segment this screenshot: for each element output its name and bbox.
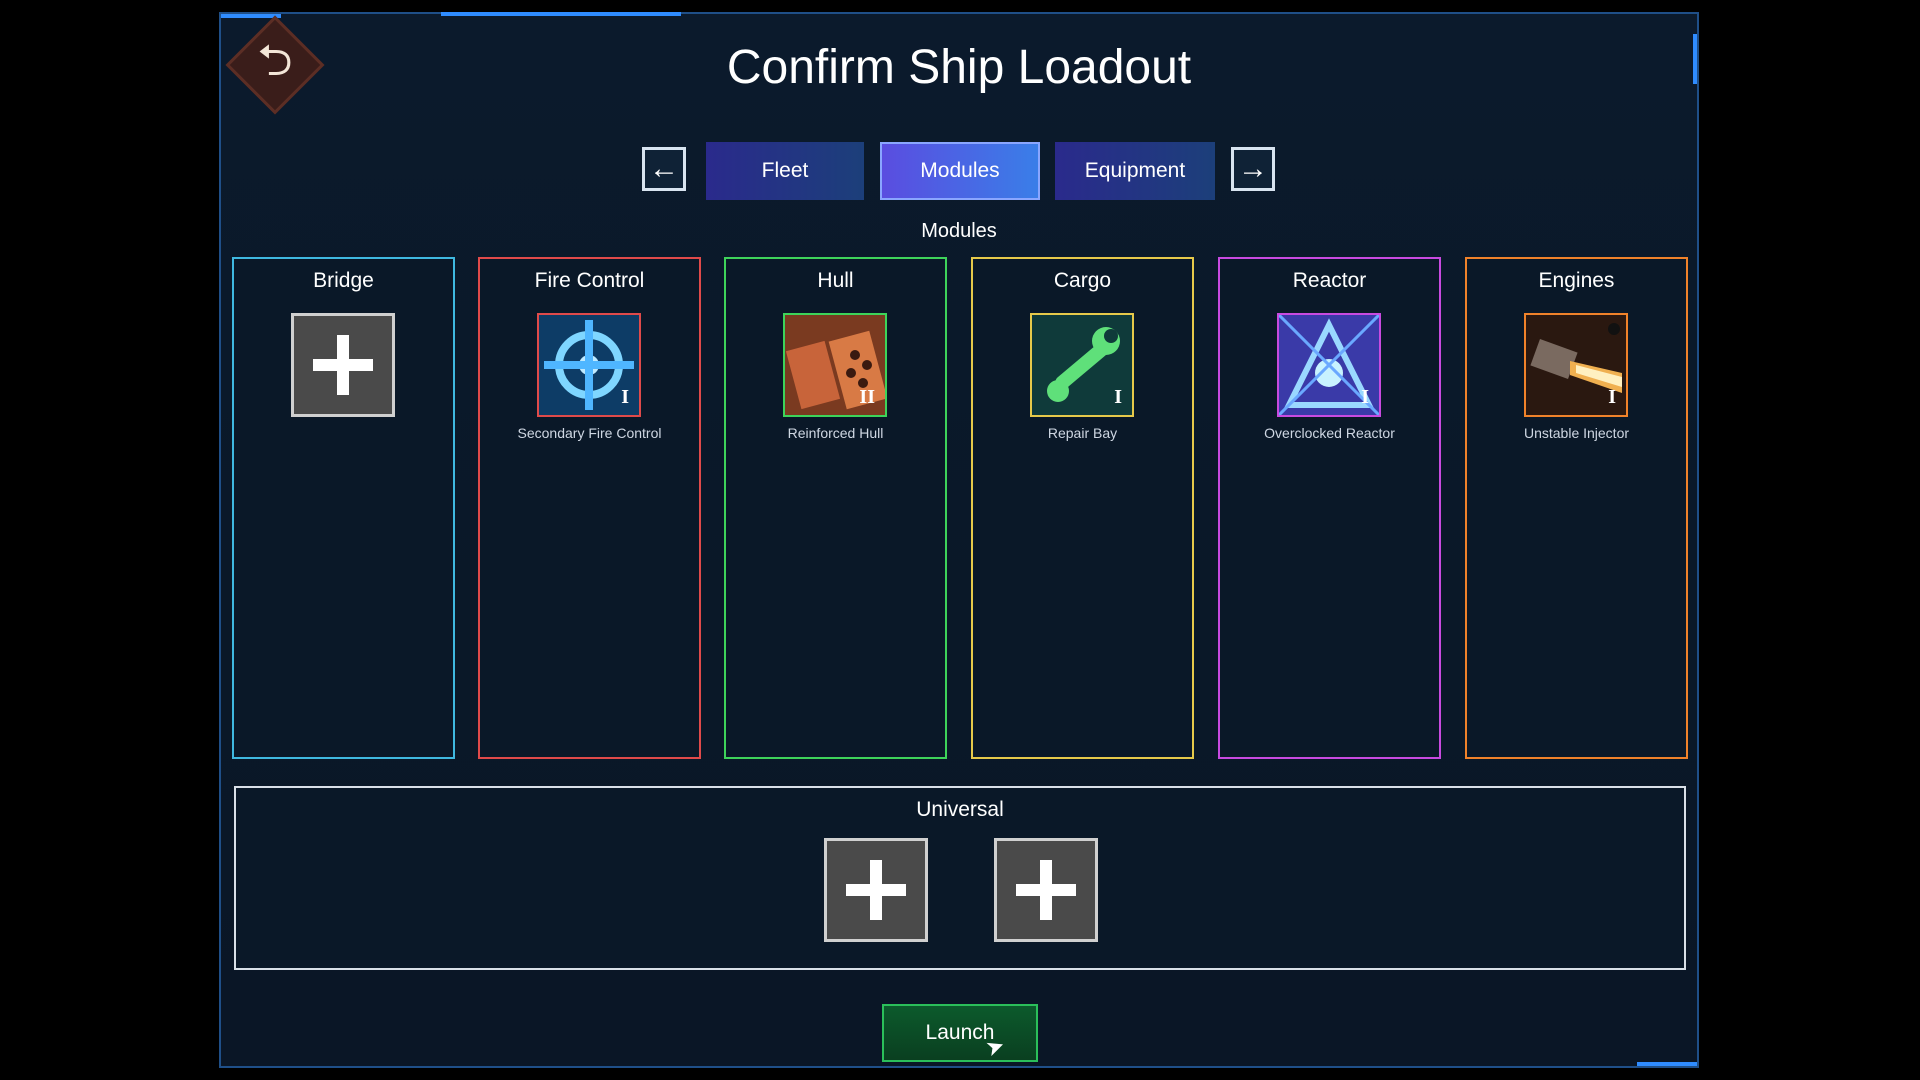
slot-hull: Hull II Reinforced Hull	[724, 257, 947, 759]
module-unstable-injector[interactable]: I	[1524, 313, 1628, 417]
tab-fleet[interactable]: Fleet	[706, 142, 864, 200]
slot-title: Hull	[817, 269, 854, 292]
page-title: Confirm Ship Loadout	[726, 41, 1192, 94]
module-name: Repair Bay	[1047, 425, 1118, 441]
add-universal-module-button[interactable]	[824, 838, 928, 942]
prev-tab-button[interactable]: ←	[642, 147, 686, 191]
launch-button[interactable]: Launch	[882, 1004, 1038, 1062]
slot-title: Engines	[1538, 269, 1615, 292]
plus-icon	[1016, 860, 1076, 920]
slot-reactor: Reactor I Overclocked Reactor	[1218, 257, 1441, 759]
universal-slots: Universal	[234, 786, 1686, 970]
panel-top-accent	[441, 12, 681, 16]
tier-label: I	[621, 386, 629, 408]
slot-engines: Engines I Unstable Injector	[1465, 257, 1688, 759]
tier-label: I	[1608, 386, 1616, 408]
add-module-button[interactable]	[291, 313, 395, 417]
plus-icon	[313, 335, 373, 395]
tier-label: II	[859, 386, 875, 408]
arrow-left-icon: ←	[649, 152, 679, 185]
module-overclocked-reactor[interactable]: I	[1277, 313, 1381, 417]
module-repair-bay[interactable]: I	[1030, 313, 1134, 417]
module-reinforced-hull[interactable]: II	[783, 313, 887, 417]
panel-corner-accent-bottom	[1637, 1062, 1697, 1066]
universal-title: Universal	[916, 798, 1004, 821]
tab-equipment[interactable]: Equipment	[1055, 142, 1215, 200]
slot-cargo: Cargo I Repair Bay	[971, 257, 1194, 759]
slot-bridge: Bridge	[232, 257, 455, 759]
slot-fire-control: Fire Control I Secondary Fire Control	[478, 257, 701, 759]
module-name: Secondary Fire Control	[517, 425, 662, 441]
tier-label: I	[1361, 386, 1369, 408]
tab-modules[interactable]: Modules	[880, 142, 1040, 200]
slot-title: Fire Control	[534, 269, 645, 292]
next-tab-button[interactable]: →	[1231, 147, 1275, 191]
module-name: Reinforced Hull	[787, 425, 884, 441]
slot-title: Bridge	[313, 269, 374, 292]
section-label: Modules	[921, 220, 997, 242]
add-universal-module-button[interactable]	[994, 838, 1098, 942]
module-name: Unstable Injector	[1523, 425, 1630, 441]
plus-icon	[846, 860, 906, 920]
tier-label: I	[1114, 386, 1122, 408]
module-name: Overclocked Reactor	[1264, 425, 1395, 441]
slot-title: Reactor	[1292, 269, 1367, 292]
slot-title: Cargo	[1053, 269, 1112, 292]
arrow-right-icon: →	[1238, 152, 1268, 185]
module-secondary-fire-control[interactable]: I	[537, 313, 641, 417]
